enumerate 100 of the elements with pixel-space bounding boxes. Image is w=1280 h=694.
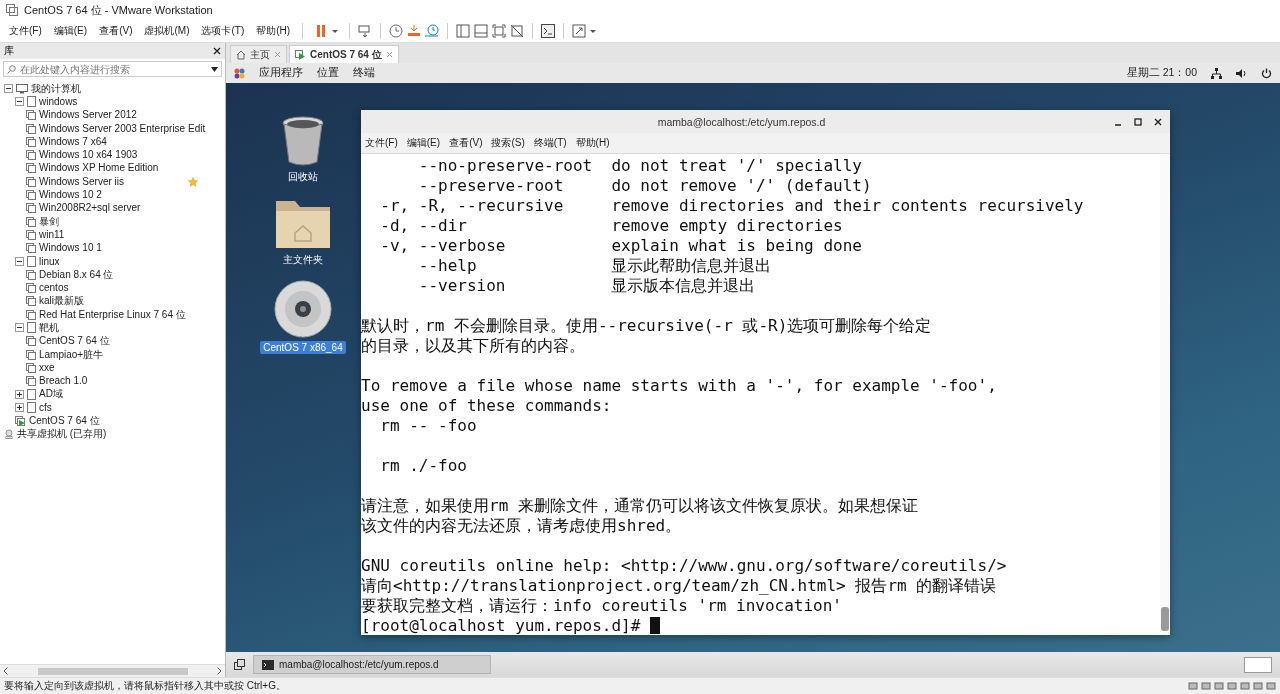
tree-item[interactable]: Breach 1.0 — [39, 375, 88, 388]
menu-item[interactable]: 选项卡(T) — [196, 22, 250, 40]
menu-item[interactable]: 终端(T) — [533, 136, 567, 150]
tree-item[interactable]: Win2008R2+sql server — [39, 202, 141, 215]
tree-item[interactable]: Debian 8.x 64 位 — [39, 268, 114, 281]
terminal-line: -v, --verbose explain what is being done — [379, 236, 863, 256]
tree-item[interactable]: Windows 10 1 — [39, 242, 102, 255]
collapse-icon[interactable] — [4, 84, 13, 94]
thumbnail-view-icon[interactable] — [473, 23, 490, 39]
top-bar-menu[interactable]: 位置 — [317, 66, 339, 80]
power-icon[interactable] — [1261, 67, 1272, 79]
sidebar-view-icon[interactable] — [455, 23, 472, 39]
menu-item[interactable]: 帮助(H) — [575, 136, 610, 150]
tree-item[interactable]: CentOS 7 64 位 — [39, 335, 110, 348]
desktop-icon-label[interactable]: CentOS 7 x86_64 — [260, 341, 346, 354]
tree-item[interactable]: Windows 10 2 — [39, 189, 102, 201]
collapse-icon[interactable] — [15, 257, 24, 266]
tree-item[interactable]: 我的计算机 — [31, 82, 81, 95]
tree-item[interactable]: Windows XP Home Edition — [39, 162, 159, 175]
folder-icon — [27, 322, 36, 334]
desktop-icon-label[interactable]: 主文件夹 — [280, 252, 326, 268]
clock-icon[interactable] — [388, 23, 405, 39]
tree-item[interactable]: CentOS 7 64 位 — [29, 415, 100, 428]
terminal-line: 请注意，如果使用rm 来删除文件，通常仍可以将该文件恢复原状。如果想保证 — [361, 496, 919, 516]
terminal-line: GNU coreutils online help: <http://www.gnu.org/software/coreutils/> — [361, 556, 1008, 576]
network-icon[interactable] — [1211, 67, 1222, 79]
tree-item[interactable]: centos — [39, 282, 69, 295]
tree-item[interactable]: Windows Server 2012 — [39, 109, 137, 122]
computer-icon — [16, 83, 28, 94]
desktop-icon-label[interactable]: 回收站 — [285, 169, 321, 185]
tree-item[interactable]: win11 — [39, 228, 65, 241]
menu-item[interactable]: 文件(F) — [365, 136, 398, 150]
top-bar-menu[interactable]: 终端 — [353, 66, 375, 80]
tab[interactable]: CentOS 7 64 位 — [289, 45, 399, 63]
taskbar-window[interactable]: mamba@localhost:/etc/yum.repos.d — [253, 655, 491, 674]
scrollbar-thumb[interactable] — [1161, 607, 1169, 631]
tree-item[interactable]: xxe — [39, 361, 55, 374]
fullscreen-icon[interactable] — [571, 23, 588, 39]
vm-icon — [26, 243, 36, 254]
tree-item[interactable]: Windows 7 x64 — [39, 135, 107, 148]
menu-item[interactable]: 搜索(S) — [491, 136, 525, 150]
scrollbar-thumb[interactable] — [37, 667, 188, 675]
menu-item[interactable]: 文件(F) — [4, 22, 47, 40]
vm-icon — [26, 150, 36, 161]
home-icon — [236, 49, 246, 60]
running-vm-icon — [15, 416, 26, 427]
tree-item[interactable]: 靶机 — [39, 322, 59, 334]
top-bar-menu[interactable]: 应用程序 — [259, 66, 303, 80]
close-icon[interactable] — [1154, 117, 1162, 126]
menu-item[interactable]: 查看(V) — [94, 22, 138, 40]
menu-item[interactable]: 编辑(E) — [48, 22, 93, 40]
tree-item[interactable]: Windows Server iis — [39, 175, 125, 188]
tree-item[interactable]: Red Hat Enterprise Linux 7 64 位 — [39, 308, 186, 321]
close-icon[interactable] — [213, 47, 221, 55]
scroll-right-icon[interactable] — [217, 667, 222, 675]
tab[interactable]: 主页 — [230, 45, 287, 63]
terminal-icon — [262, 659, 274, 670]
apps-icon — [234, 67, 245, 79]
window-list-icon[interactable] — [234, 659, 245, 670]
disc-icon — [274, 280, 332, 338]
menu-item[interactable]: 编辑(E) — [406, 136, 441, 150]
collapse-icon[interactable] — [15, 97, 24, 107]
terminal-line: rm ./-foo — [379, 456, 468, 476]
fit-view-icon[interactable] — [491, 23, 508, 39]
expand-icon[interactable] — [15, 403, 24, 413]
app-logo-icon — [6, 4, 18, 16]
collapse-icon[interactable] — [15, 323, 24, 333]
menu-item[interactable]: 虚拟机(M) — [139, 22, 195, 40]
snapshot-restore-icon[interactable] — [406, 23, 423, 39]
search-field[interactable]: 在此处键入内容进行搜索 — [3, 61, 222, 77]
snapshot-manager-icon[interactable] — [424, 23, 441, 39]
clock[interactable]: 星期二 21：00 — [1126, 66, 1197, 80]
tree-item[interactable]: 共享虚拟机 (已弃用) — [17, 428, 107, 441]
no-scale-icon[interactable] — [509, 23, 526, 39]
volume-icon[interactable] — [1236, 67, 1247, 79]
scroll-left-icon[interactable] — [3, 667, 8, 675]
tree-item[interactable]: Windows Server 2003 Enterprise Edit — [39, 122, 206, 135]
console-icon[interactable] — [540, 23, 557, 39]
terminal-line: 请向<http://translationproject.org/team/zh_CN.html> 报告rm 的翻译错误 — [361, 576, 998, 596]
terminal-line: --help 显示此帮助信息并退出 — [417, 256, 773, 276]
tree-item[interactable]: linux — [39, 255, 60, 268]
maximize-icon[interactable] — [1134, 117, 1142, 126]
tree-item[interactable]: Windows 10 x64 1903 — [39, 149, 138, 162]
tree-item[interactable]: windows — [39, 95, 78, 108]
tree-item[interactable]: AD域 — [39, 388, 63, 401]
menu-item[interactable]: 帮助(H) — [251, 22, 296, 40]
tree-item[interactable]: 暴剑 — [39, 215, 59, 228]
menu-item[interactable]: 查看(V) — [449, 136, 483, 150]
vm-icon — [295, 49, 306, 60]
tree-item[interactable]: cfs — [39, 401, 52, 414]
dropdown-icon[interactable] — [211, 66, 218, 72]
folder-icon — [27, 402, 36, 414]
vm-icon — [26, 376, 36, 387]
vm-icon — [26, 123, 36, 134]
vm-icon — [26, 349, 36, 360]
tree-item[interactable]: Lampiao+脏牛 — [39, 348, 104, 361]
workspace-switcher[interactable] — [1244, 656, 1272, 673]
tree-item[interactable]: kali最新版 — [39, 295, 84, 308]
expand-icon[interactable] — [15, 389, 24, 399]
terminal-line: To remove a file whose name starts with a '-', for example '-foo', — [361, 376, 998, 396]
